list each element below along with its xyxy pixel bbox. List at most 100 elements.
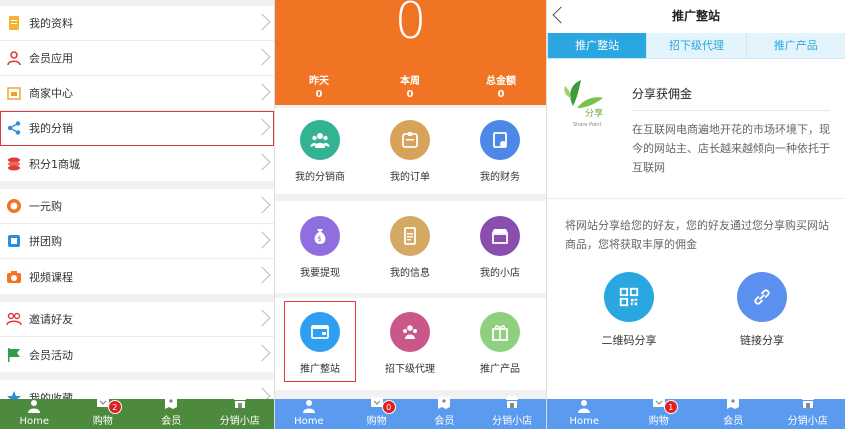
- stat-label: 总金额: [486, 76, 516, 87]
- menu-item-member-activities[interactable]: 会员活动: [0, 337, 274, 372]
- bottom-tabbar: Home 购物 0 会员 分销小店: [275, 396, 546, 429]
- stat-total-amount: 总金额 0: [461, 72, 541, 100]
- home-icon: [27, 399, 41, 416]
- grid-item-label: 推广产品: [480, 364, 520, 375]
- stat-value: 0: [406, 89, 414, 100]
- home-icon: [577, 399, 591, 416]
- menu-group: 一元购 拼团购视频课程: [0, 189, 274, 294]
- page-header: 推广整站: [547, 0, 845, 32]
- menu-item-member-apps[interactable]: 会员应用: [0, 41, 274, 76]
- invite-icon: [6, 311, 22, 327]
- grid-my-info[interactable]: 我的信息: [365, 216, 455, 279]
- share-description: 在互联网电商遍地开花的市场环境下，现今的网站主、店长越来越倾向一种依托于互联网: [632, 123, 830, 174]
- people-icon: [390, 312, 430, 352]
- promote-site-panel: 推广整站 推广整站 招下级代理 推广产品 分享 Share Point 分享获佣…: [547, 0, 845, 429]
- cart-count-badge: 0: [381, 400, 396, 414]
- link-icon: [737, 272, 787, 322]
- grid-withdraw[interactable]: $ 我要提现: [275, 216, 365, 279]
- cart-tab[interactable]: 购物 2: [69, 397, 138, 429]
- menu-item-label: 视频课程: [29, 270, 73, 284]
- share-logo: 分享 Share Point: [563, 76, 609, 128]
- member-tab[interactable]: 会员: [696, 396, 771, 429]
- grid-my-finance[interactable]: 我的财务: [455, 120, 545, 183]
- camera-icon: [6, 269, 22, 285]
- chevron-right-icon: [253, 13, 271, 31]
- grid-recruit-agents[interactable]: 招下级代理: [365, 312, 455, 375]
- cart-tab[interactable]: 购物 1: [622, 397, 697, 429]
- menu-item-my-profile[interactable]: 我的资料: [0, 6, 274, 41]
- chevron-right-icon: [253, 196, 271, 214]
- earnings-header: 0 昨天 0 本周 0 总金额 0: [275, 0, 546, 105]
- shop-icon: [233, 395, 247, 412]
- file-icon: [390, 216, 430, 256]
- grid-promote-site[interactable]: 推广整站: [284, 301, 356, 382]
- home-icon: [302, 399, 316, 416]
- tab-recruit-agents[interactable]: 招下级代理: [646, 33, 746, 58]
- member-tab[interactable]: 会员: [411, 396, 479, 429]
- svg-text:$: $: [317, 235, 321, 243]
- share-logo-icon: 分享 Share Point: [564, 80, 603, 128]
- tab-label: 购物: [648, 416, 669, 427]
- home-tab[interactable]: Home: [0, 399, 69, 429]
- menu-item-my-distribution[interactable]: 我的分销: [0, 111, 274, 146]
- chevron-right-icon: [253, 266, 271, 284]
- grid-item-label: 我的小店: [480, 268, 520, 279]
- menu-item-one-yuan-buy[interactable]: 一元购: [0, 189, 274, 224]
- menu-item-video-course[interactable]: 视频课程: [0, 259, 274, 294]
- chevron-right-icon: [253, 83, 271, 101]
- svg-text:Share Point: Share Point: [573, 122, 601, 128]
- menu-item-group-buy[interactable]: 拼团购: [0, 224, 274, 259]
- member-menu: 我的资料会员应用商家中心 我的分销 积分1商城一元购 拼团购视频课程邀请好友会员活动 我…: [0, 6, 274, 423]
- menu-item-merchant-center[interactable]: 商家中心: [0, 76, 274, 111]
- share-instructions: 将网站分享给您的好友，您的好友通过您分享购买网站商品，您将获取丰厚的佣金: [565, 219, 829, 251]
- divider: [632, 110, 830, 111]
- home-tab[interactable]: Home: [275, 399, 343, 429]
- link-share-label: 链接分享: [740, 334, 784, 347]
- qr-share-button[interactable]: 二维码分享: [569, 272, 689, 348]
- shop-tab[interactable]: 分销小店: [206, 396, 275, 429]
- menu-group: 我的资料会员应用商家中心 我的分销 积分1商城: [0, 6, 274, 181]
- grid-item-label: 我的财务: [480, 172, 520, 183]
- shop-tab[interactable]: 分销小店: [478, 396, 546, 429]
- grid-item-label: 我要提现: [300, 268, 340, 279]
- team-icon: [300, 120, 340, 160]
- shop-tab[interactable]: 分销小店: [771, 396, 845, 429]
- member-center-panel: 我的资料会员应用商家中心 我的分销 积分1商城一元购 拼团购视频课程邀请好友会员活动 我…: [0, 0, 274, 429]
- map-icon: [437, 395, 451, 412]
- grid-item-label: 我的分销商: [295, 172, 345, 183]
- browser-icon: [300, 312, 340, 352]
- menu-item-points-mall[interactable]: 积分1商城: [0, 146, 274, 181]
- document-icon: [6, 15, 22, 31]
- bottom-tabbar: Home 购物 1 会员 分销小店: [547, 396, 845, 429]
- distribution-panel: 0 昨天 0 本周 0 总金额 0 我的分销商 我的订单 我的财务 $ 我要提现 我的信息 我的小…: [275, 0, 546, 429]
- map-icon: [164, 395, 178, 412]
- back-icon[interactable]: [552, 6, 570, 24]
- map-icon: [726, 395, 740, 412]
- menu-item-invite-friends[interactable]: 邀请好友: [0, 302, 274, 337]
- tab-label: 会员: [161, 416, 182, 427]
- cart-tab[interactable]: 购物 0: [343, 397, 411, 429]
- chevron-right-icon: [253, 309, 271, 327]
- stat-value: 0: [497, 89, 505, 100]
- chevron-right-icon: [253, 48, 271, 66]
- tab-label: 分销小店: [787, 416, 828, 427]
- grid-my-orders[interactable]: 我的订单: [365, 120, 455, 183]
- gift-icon: [480, 312, 520, 352]
- grid-my-distributors[interactable]: 我的分销商: [275, 120, 365, 183]
- home-tab[interactable]: Home: [547, 399, 622, 429]
- tab-promote-products[interactable]: 推广产品: [745, 33, 845, 58]
- promote-tabs: 推广整站 招下级代理 推广产品: [547, 33, 845, 59]
- tab-label: 购物: [366, 416, 387, 427]
- grid-my-shop[interactable]: 我的小店: [455, 216, 545, 279]
- grid-promote-products[interactable]: 推广产品: [455, 312, 545, 375]
- grid-item-label: 推广整站: [300, 364, 340, 375]
- money-bag-icon: $: [300, 216, 340, 256]
- tab-promote-site[interactable]: 推广整站: [547, 33, 647, 58]
- stat-label: 昨天: [309, 76, 329, 87]
- stat-yesterday: 昨天 0: [279, 72, 359, 100]
- menu-item-label: 邀请好友: [29, 313, 73, 326]
- menu-item-label: 会员应用: [29, 52, 73, 65]
- link-share-button[interactable]: 链接分享: [702, 272, 822, 348]
- member-tab[interactable]: 会员: [137, 396, 206, 429]
- flag-icon: [6, 347, 22, 363]
